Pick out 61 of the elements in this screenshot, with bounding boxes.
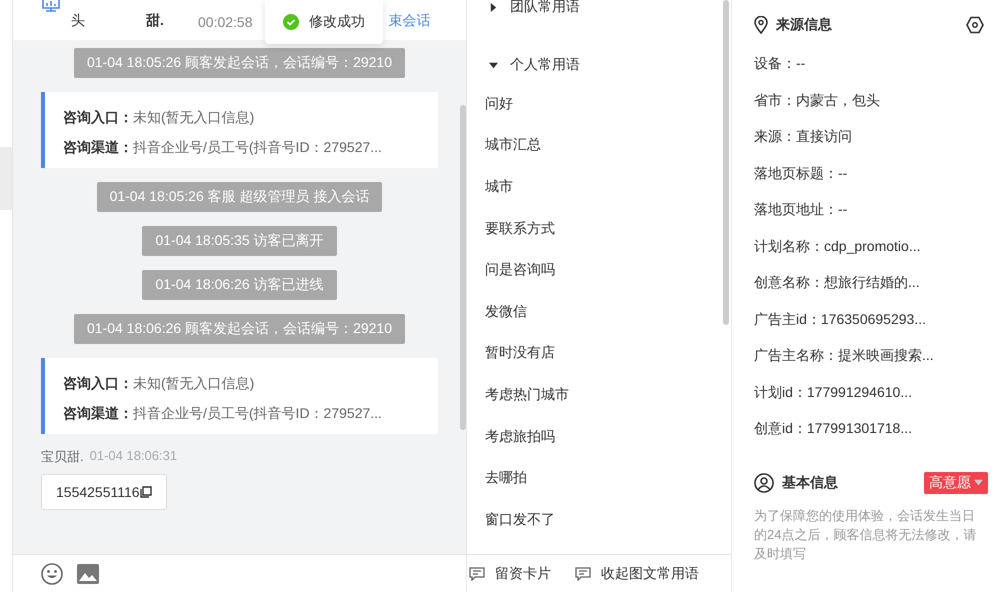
agent-name: 头	[71, 12, 86, 30]
info-field: 创意名称：想旅行结婚的...	[754, 265, 998, 302]
info-field: 来源：直接访问	[754, 119, 998, 156]
info-field: 设备：--	[754, 46, 998, 82]
system-message: 01-04 18:05:26 顾客发起会话，会话编号：29210	[74, 48, 405, 78]
phrase-item[interactable]: 城市汇总	[485, 124, 731, 166]
footer-button[interactable]: 留资卡片	[469, 564, 551, 582]
customer-name: 甜.	[146, 12, 165, 30]
caret-icon	[489, 60, 498, 70]
info-line: 咨询渠道：抖音企业号/员工号(抖音号ID：279527...	[63, 404, 383, 423]
system-message: 01-04 18:05:26 客服 超级管理员 接入会话	[96, 182, 382, 212]
message-icon	[575, 566, 591, 580]
phrase-item[interactable]: 问好	[485, 83, 731, 125]
sender-name: 宝贝甜.	[41, 448, 84, 466]
info-field: 计划id：177991294610...	[754, 374, 998, 411]
notice-text: 为了保障您的使用体验，会话发生当日的24点之后，顾客信息将无法修改，请及时填写	[754, 506, 978, 562]
phrase-item[interactable]: 要联系方式	[485, 208, 731, 250]
session-duration: 00:02:58	[198, 14, 252, 30]
phrase-item[interactable]: 问是咨询吗	[485, 249, 731, 291]
end-session-link[interactable]: 束会话	[388, 12, 430, 30]
info-field: 创意id：177991301718...	[754, 411, 998, 448]
system-message: 01-04 18:06:26 访客已进线	[142, 270, 337, 300]
footer-button[interactable]: 收起图文常用语	[575, 564, 699, 582]
phrase-item[interactable]: 发微信	[485, 290, 731, 333]
phrase-item[interactable]: 考虑热门城市	[485, 374, 731, 416]
message-icon	[469, 566, 485, 580]
phrase-item[interactable]: 暂时没有店	[485, 332, 731, 374]
intent-tag-dropdown[interactable]: 高意愿	[924, 472, 988, 494]
phrase-item[interactable]: 窗口发不了	[485, 498, 731, 541]
image-icon[interactable]	[77, 564, 99, 584]
info-field: 落地页标题：--	[754, 156, 998, 192]
info-field: 落地页地址：--	[754, 192, 998, 228]
copy-icon[interactable]	[140, 486, 152, 498]
section-title: 基本信息	[782, 474, 839, 492]
location-pin-icon	[754, 16, 768, 34]
phrase-item[interactable]: 考虑旅拍吗	[485, 416, 731, 458]
scrollbar[interactable]	[460, 105, 466, 430]
toast-text: 修改成功	[309, 13, 365, 31]
info-line: 咨询渠道：抖音企业号/员工号(抖音号ID：279527...	[63, 138, 383, 157]
emoji-icon[interactable]	[41, 562, 63, 584]
message-bubble: 15542551116	[41, 474, 167, 510]
info-field: 广告主名称：提米映画搜索...	[754, 338, 998, 374]
phrase-item[interactable]: 城市	[485, 166, 731, 208]
phrase-group-header[interactable]: 个人常用语	[489, 57, 731, 73]
section-title: 来源信息	[776, 16, 833, 34]
caret-icon	[489, 2, 498, 12]
info-field: 计划名称：cdp_promotio...	[754, 228, 998, 265]
caret-icon	[974, 478, 983, 487]
system-message: 01-04 18:06:26 顾客发起会话，会话编号：29210	[74, 314, 405, 344]
user-icon	[754, 472, 774, 492]
info-line: 咨询入口：未知(暂无入口信息)	[63, 108, 256, 127]
settings-icon[interactable]	[966, 16, 984, 34]
info-field: 省市：内蒙古，包头	[754, 82, 998, 119]
info-field: 广告主id：176350695293...	[754, 302, 998, 338]
success-icon	[283, 14, 299, 30]
scrollbar[interactable]	[723, 0, 729, 325]
system-message: 01-04 18:05:35 访客已离开	[142, 226, 337, 256]
monitor-icon	[41, 0, 61, 12]
phrase-item[interactable]: 去哪拍	[485, 457, 731, 499]
message-time: 01-04 18:06:31	[90, 448, 178, 465]
info-line: 咨询入口：未知(暂无入口信息)	[63, 374, 256, 393]
